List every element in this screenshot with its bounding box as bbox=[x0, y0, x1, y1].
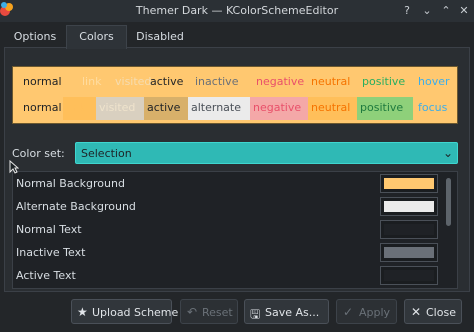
list-item[interactable]: Active Text bbox=[13, 264, 443, 287]
window-close-icon[interactable]: ✕ bbox=[456, 3, 472, 19]
preview-focus-2: focus bbox=[418, 101, 448, 114]
save-as-button[interactable]: 🖫 Save As... bbox=[244, 299, 329, 324]
color-role-label: Inactive Text bbox=[16, 246, 86, 259]
title-bar: Themer Dark — KColorSchemeEditor ? ⌄ ⌃ ✕ bbox=[0, 0, 474, 22]
color-role-label: Normal Text bbox=[16, 223, 82, 236]
color-set-selected-value: Selection bbox=[81, 147, 132, 160]
list-item[interactable]: Inactive Text bbox=[13, 241, 443, 264]
preview-hover: hover bbox=[418, 75, 450, 88]
preview-link: link bbox=[82, 75, 102, 88]
preview-neutral-2: neutral bbox=[308, 97, 357, 120]
color-swatch-button[interactable] bbox=[380, 266, 438, 285]
preview-active-2: active bbox=[144, 97, 188, 120]
help-icon[interactable]: ? bbox=[399, 3, 415, 19]
star-icon: ★ bbox=[77, 305, 88, 319]
color-set-label: Color set: bbox=[12, 147, 65, 160]
color-role-label: Normal Background bbox=[16, 177, 125, 190]
preview-alternate-2: alternate bbox=[188, 97, 250, 120]
preview-link-2: link bbox=[63, 97, 96, 120]
maximize-icon[interactable]: ⌃ bbox=[438, 3, 454, 19]
reset-label: Reset bbox=[202, 306, 233, 319]
color-swatch-fill bbox=[384, 247, 434, 258]
undo-icon: ↶ bbox=[187, 305, 198, 319]
color-swatch-button[interactable] bbox=[380, 220, 438, 239]
preview-normal-2: normal bbox=[23, 101, 62, 114]
color-swatch-fill bbox=[384, 270, 434, 281]
close-button[interactable]: ✕ Close bbox=[404, 299, 462, 324]
save-as-label: Save As... bbox=[265, 306, 320, 319]
list-item[interactable]: Normal Text bbox=[13, 218, 443, 241]
close-label: Close bbox=[426, 306, 456, 319]
scrollbar-thumb[interactable] bbox=[446, 178, 451, 226]
upload-scheme-label: Upload Scheme bbox=[92, 306, 179, 319]
tab-options[interactable]: Options bbox=[4, 26, 66, 48]
save-icon: 🖫 bbox=[250, 307, 261, 321]
mouse-cursor-icon bbox=[9, 160, 19, 174]
preview-positive: positive bbox=[362, 75, 406, 88]
color-preview: normal link visited active inactive nega… bbox=[12, 66, 458, 124]
color-swatch-button[interactable] bbox=[380, 174, 438, 193]
preview-visited-2: visited bbox=[96, 97, 144, 120]
color-swatch-fill bbox=[384, 224, 434, 235]
list-scrollbar[interactable] bbox=[444, 174, 454, 286]
reset-button[interactable]: ↶ Reset bbox=[180, 299, 238, 324]
color-swatch-fill bbox=[384, 178, 434, 189]
color-role-label: Alternate Background bbox=[16, 200, 136, 213]
preview-active: active bbox=[150, 75, 184, 88]
preview-neutral: neutral bbox=[311, 75, 351, 88]
apply-button[interactable]: ✓ Apply bbox=[336, 299, 397, 324]
tab-disabled[interactable]: Disabled bbox=[127, 26, 193, 48]
color-swatch-button[interactable] bbox=[380, 197, 438, 216]
apply-label: Apply bbox=[359, 306, 391, 319]
chevron-down-icon: ⌄ bbox=[442, 146, 453, 160]
upload-scheme-button[interactable]: ★ Upload Scheme bbox=[71, 299, 178, 324]
preview-inactive: inactive bbox=[195, 75, 239, 88]
color-set-select[interactable]: Selection ⌄ bbox=[75, 142, 458, 164]
close-icon: ✕ bbox=[411, 305, 422, 319]
tab-colors[interactable]: Colors bbox=[66, 25, 127, 49]
preview-normal: normal bbox=[23, 75, 62, 88]
color-role-label: Active Text bbox=[16, 269, 76, 282]
list-item[interactable]: Alternate Background bbox=[13, 195, 443, 218]
minimize-icon[interactable]: ⌄ bbox=[419, 3, 435, 19]
color-swatch-button[interactable] bbox=[380, 243, 438, 262]
color-role-list[interactable]: Normal Background Alternate Background N… bbox=[12, 171, 458, 289]
preview-negative-2: negative bbox=[250, 97, 308, 120]
preview-negative: negative bbox=[256, 75, 305, 88]
preview-positive-2: positive bbox=[357, 97, 413, 120]
checkmark-icon: ✓ bbox=[343, 305, 354, 319]
color-swatch-fill bbox=[384, 201, 434, 212]
list-item[interactable]: Normal Background bbox=[13, 172, 443, 195]
